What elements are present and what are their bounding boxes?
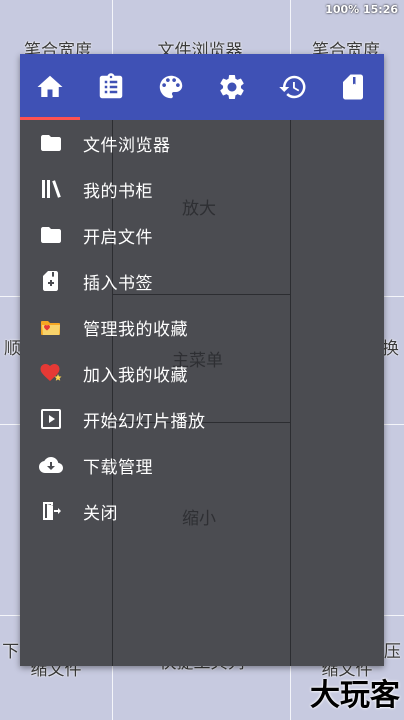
slideshow-play-icon [38,406,64,432]
folder-open-icon [38,222,64,248]
menu-item-close[interactable]: 关闭 [20,488,384,534]
bookshelf-icon [38,176,64,202]
menu-item-start-slideshow[interactable]: 开始幻灯片播放 [20,396,384,442]
heart-star-icon [38,360,64,386]
bookmark-add-icon [38,268,64,294]
menu-item-label: 加入我的收藏 [83,365,188,386]
history-icon[interactable] [262,54,323,120]
menu-item-label: 开启文件 [83,227,153,248]
menu-item-label: 文件浏览器 [83,135,171,156]
menu-item-manage-favorites[interactable]: 管理我的收藏 [20,304,384,350]
menu-item-label: 管理我的收藏 [83,319,188,340]
status-bar: 100% 15:26 [325,3,398,16]
menu-item-download-manager[interactable]: 下载管理 [20,442,384,488]
watermark-logo: 大玩客 [310,678,400,713]
menu-item-label: 开始幻灯片播放 [83,411,206,432]
menu-item-label: 下载管理 [83,457,153,478]
menu-item-my-bookshelf[interactable]: 我的书柜 [20,166,384,212]
gear-icon[interactable] [202,54,263,120]
favorites-folder-icon [38,314,64,340]
menu-item-file-browser[interactable]: 文件浏览器 [20,120,384,166]
menu-item-label: 插入书签 [83,273,153,294]
main-menu-drawer: 放大 主菜单 缩小 文件浏览器 我的书柜 开启文件 插入书签 管理我的收藏 加入… [20,54,384,666]
home-icon[interactable] [20,54,81,120]
cloud-download-icon [38,452,64,478]
drawer-toolbar [20,54,384,120]
palette-icon[interactable] [141,54,202,120]
bookmark-page-icon[interactable] [323,54,384,120]
menu-item-label: 我的书柜 [83,181,153,202]
menu-item-open-file[interactable]: 开启文件 [20,212,384,258]
exit-door-icon [38,498,64,524]
folder-icon [38,130,64,156]
menu-item-insert-bookmark[interactable]: 插入书签 [20,258,384,304]
menu-item-add-favorite[interactable]: 加入我的收藏 [20,350,384,396]
menu-item-label: 关闭 [83,503,118,524]
clipboard-list-icon[interactable] [81,54,142,120]
drawer-menu-list: 放大 主菜单 缩小 文件浏览器 我的书柜 开启文件 插入书签 管理我的收藏 加入… [20,120,384,666]
